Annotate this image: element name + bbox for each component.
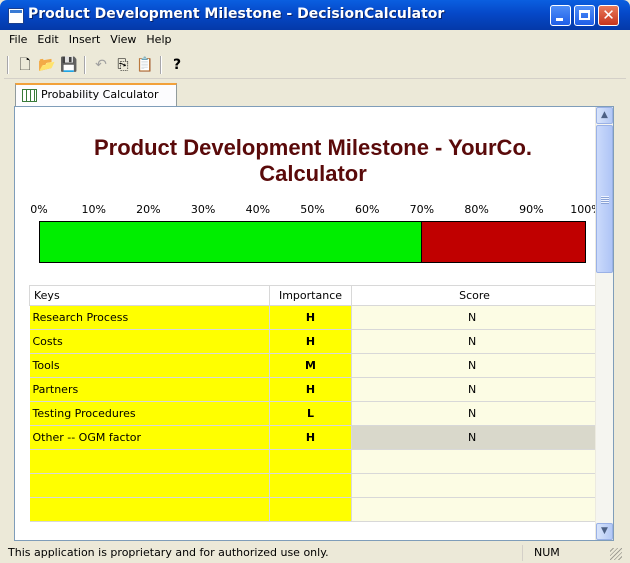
key-cell[interactable] <box>29 473 270 498</box>
title-bar[interactable]: Product Development Milestone - Decision… <box>0 0 630 30</box>
scroll-thumb[interactable] <box>596 125 613 273</box>
score-cell[interactable] <box>351 473 598 498</box>
menu-view[interactable]: View <box>105 30 141 46</box>
heading-line-2: Calculator <box>259 161 367 186</box>
toolbar-separator <box>160 56 162 74</box>
window-title: Product Development Milestone - Decision… <box>28 6 445 22</box>
score-cell[interactable]: N <box>351 353 598 378</box>
score-header[interactable]: Score <box>351 285 598 306</box>
new-document-icon[interactable]: 🗋 <box>16 56 34 74</box>
toolbar-grip[interactable] <box>7 56 9 74</box>
probability-bar-fill <box>40 222 422 262</box>
menu-file[interactable]: File <box>4 30 32 46</box>
thumb-grip <box>601 196 609 204</box>
close-icon: ✕ <box>602 6 615 24</box>
score-cell[interactable] <box>351 497 598 522</box>
key-cell[interactable] <box>29 449 270 474</box>
probability-bar <box>39 221 586 263</box>
importance-cell[interactable] <box>269 497 352 522</box>
heading-line-1: Product Development Milestone - YourCo. <box>93 135 532 160</box>
key-cell[interactable]: Testing Procedures <box>29 401 270 426</box>
table-header-row: Keys Importance Score <box>29 285 598 306</box>
score-cell[interactable]: N <box>351 377 598 402</box>
table-row[interactable] <box>29 497 598 522</box>
table-row[interactable]: Tools M N <box>29 353 598 378</box>
scale-tick-label: 20% <box>136 203 161 216</box>
menu-help[interactable]: Help <box>141 30 176 46</box>
table-row[interactable]: Costs H N <box>29 329 598 354</box>
table-row[interactable]: Partners H N <box>29 377 598 402</box>
importance-cell[interactable]: H <box>269 377 352 402</box>
minimize-button[interactable] <box>550 5 571 26</box>
maximize-icon <box>579 10 590 20</box>
keys-header[interactable]: Keys <box>29 285 270 306</box>
scroll-up-icon[interactable]: ▲ <box>596 107 613 124</box>
importance-cell[interactable]: H <box>269 329 352 354</box>
table-row[interactable]: Testing Procedures L N <box>29 401 598 426</box>
scale-tick-label: 40% <box>245 203 271 216</box>
score-cell[interactable]: N <box>351 425 598 450</box>
app-icon[interactable] <box>8 8 24 24</box>
paste-icon[interactable]: 📋 <box>136 56 154 74</box>
key-cell[interactable]: Costs <box>29 329 270 354</box>
tab-strip: Probability Calculator <box>4 79 626 107</box>
save-disk-icon[interactable]: 💾 <box>60 56 78 74</box>
resize-grip-icon[interactable] <box>610 548 622 560</box>
key-cell[interactable]: Tools <box>29 353 270 378</box>
percent-scale: 0% 10% 20% 30% 40% 50% 60% 70% 80% 90% 100% <box>29 203 601 217</box>
copy-icon[interactable]: ⎘ <box>114 56 132 74</box>
table-row[interactable] <box>29 473 598 498</box>
key-cell[interactable] <box>29 497 270 522</box>
importance-cell[interactable]: H <box>269 425 352 450</box>
undo-icon[interactable]: ↶ <box>92 56 110 74</box>
num-lock-indicator: NUM <box>534 546 560 559</box>
toolbar: 🗋 📂 💾 ↶ ⎘ 📋 ? <box>4 52 626 79</box>
minimize-icon <box>556 18 563 21</box>
scale-tick-label: 50% <box>300 203 325 216</box>
menu-bar: File Edit Insert View Help <box>4 30 626 50</box>
scale-tick-label: 80% <box>464 203 489 216</box>
application-window: Product Development Milestone - Decision… <box>0 0 630 563</box>
score-cell[interactable]: N <box>351 401 598 426</box>
status-bar: This application is proprietary and for … <box>4 543 626 563</box>
scale-tick-label: 10% <box>81 203 106 216</box>
table-row[interactable]: Research Process H N <box>29 305 598 330</box>
importance-cell[interactable]: M <box>269 353 352 378</box>
importance-cell[interactable] <box>269 449 352 474</box>
tab-label: Probability Calculator <box>41 88 159 101</box>
menu-insert[interactable]: Insert <box>64 30 106 46</box>
spreadsheet-icon <box>22 89 37 102</box>
score-cell[interactable] <box>351 449 598 474</box>
tab-probability-calculator[interactable]: Probability Calculator <box>15 83 177 106</box>
open-folder-icon[interactable]: 📂 <box>38 56 56 74</box>
help-icon[interactable]: ? <box>168 56 186 74</box>
importance-cell[interactable] <box>269 473 352 498</box>
importance-cell[interactable]: L <box>269 401 352 426</box>
importance-header[interactable]: Importance <box>269 285 352 306</box>
scale-tick-label: 90% <box>519 203 544 216</box>
close-button[interactable]: ✕ <box>598 5 619 26</box>
importance-cell[interactable]: H <box>269 305 352 330</box>
scale-tick-label: 70% <box>409 203 435 216</box>
toolbar-separator <box>84 56 86 74</box>
table-row[interactable] <box>29 449 598 474</box>
calculator-sheet: Product Development Milestone - YourCo. … <box>29 107 602 540</box>
scale-tick-label: 30% <box>190 203 216 216</box>
scroll-down-icon[interactable]: ▼ <box>596 523 613 540</box>
status-message: This application is proprietary and for … <box>8 546 329 559</box>
scale-tick-label: 0% <box>30 203 48 216</box>
table-row[interactable]: Other -- OGM factor H N <box>29 425 598 450</box>
vertical-scrollbar[interactable]: ▲ ▼ <box>595 107 613 540</box>
maximize-button[interactable] <box>574 5 595 26</box>
key-cell[interactable]: Partners <box>29 377 270 402</box>
factors-table: Keys Importance Score Research Process H N… <box>29 285 598 522</box>
calculator-pane: Product Development Milestone - YourCo. … <box>14 106 614 541</box>
calculator-heading: Product Development Milestone - YourCo. … <box>29 135 597 187</box>
menu-edit[interactable]: Edit <box>32 30 63 46</box>
scale-tick-label: 60% <box>354 203 380 216</box>
key-cell[interactable]: Research Process <box>29 305 270 330</box>
key-cell[interactable]: Other -- OGM factor <box>29 425 270 450</box>
score-cell[interactable]: N <box>351 305 598 330</box>
score-cell[interactable]: N <box>351 329 598 354</box>
